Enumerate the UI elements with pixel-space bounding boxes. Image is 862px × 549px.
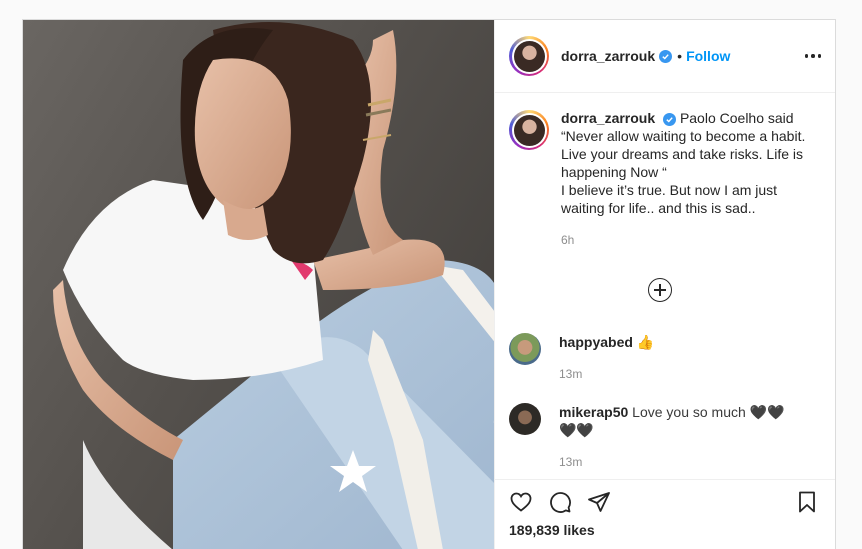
caption-timestamp[interactable]: 6h xyxy=(561,231,821,249)
plus-circle-icon[interactable] xyxy=(648,278,672,302)
bookmark-icon[interactable] xyxy=(795,490,821,516)
comment-item: mikerap50 Love you so much 🖤🖤 🖤🖤 13m xyxy=(509,403,789,471)
post-caption: dorra_zarrouk Paolo Coelho said “Never a… xyxy=(509,109,821,249)
commenter-avatar[interactable] xyxy=(509,333,541,365)
caption-author-avatar[interactable] xyxy=(509,110,549,150)
comment-item: happyabed 👍 13m xyxy=(509,333,789,383)
post-card: dorra_zarrouk • Follow dorra_zarrouk Pao… xyxy=(22,19,836,549)
comment-icon[interactable] xyxy=(548,490,574,516)
post-header: dorra_zarrouk • Follow xyxy=(495,20,835,93)
commenter-username[interactable]: mikerap50 xyxy=(559,404,628,420)
separator-dot: • xyxy=(677,48,683,64)
follow-button[interactable]: Follow xyxy=(686,48,730,64)
commenter-avatar[interactable] xyxy=(509,403,541,435)
more-options-icon[interactable] xyxy=(804,54,821,58)
post-side-panel: dorra_zarrouk • Follow dorra_zarrouk Pao… xyxy=(494,20,835,549)
heart-icon[interactable] xyxy=(509,490,535,516)
author-avatar[interactable] xyxy=(509,36,549,76)
likes-count[interactable]: 189,839 likes xyxy=(509,522,821,538)
verified-badge-icon xyxy=(659,49,673,63)
caption-author-username[interactable]: dorra_zarrouk xyxy=(561,110,655,126)
commenter-username[interactable]: happyabed xyxy=(559,334,633,350)
comment-text: 👍 xyxy=(636,334,655,350)
comment-timestamp[interactable]: 13m xyxy=(559,365,789,383)
post-photo[interactable] xyxy=(23,20,494,549)
comments-section: dorra_zarrouk Paolo Coelho said “Never a… xyxy=(495,93,835,479)
author-username[interactable]: dorra_zarrouk xyxy=(561,48,655,64)
comment-timestamp[interactable]: 13m xyxy=(559,453,789,471)
share-icon[interactable] xyxy=(587,490,613,516)
verified-badge-icon xyxy=(663,113,677,126)
post-actions: 189,839 likes xyxy=(495,479,835,549)
post-photo-illustration xyxy=(53,22,494,549)
